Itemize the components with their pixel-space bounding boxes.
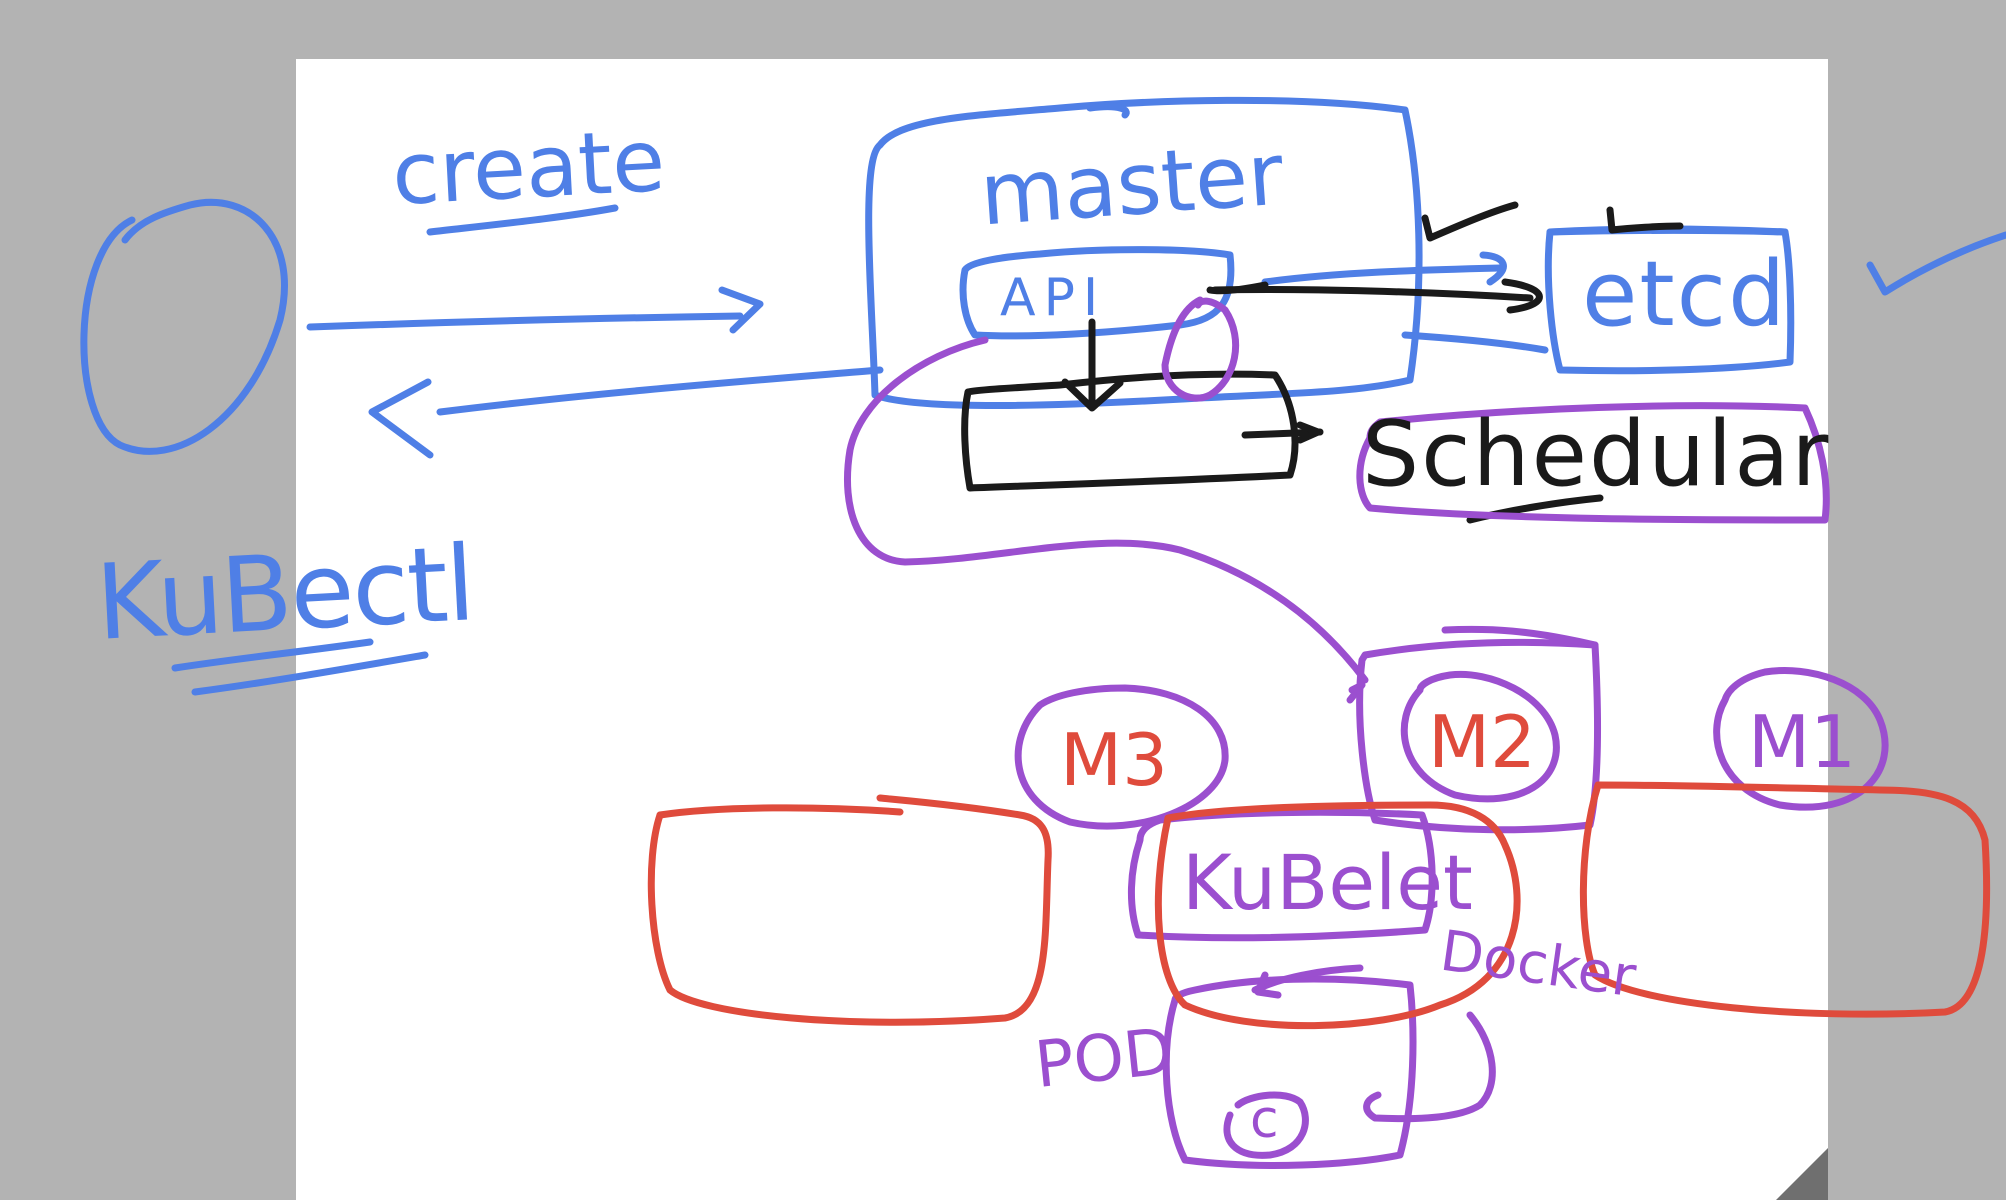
page-corner-fold: [1776, 1148, 1828, 1200]
whiteboard-canvas: create KuBectl master API etcd Schedular…: [0, 0, 2006, 1200]
